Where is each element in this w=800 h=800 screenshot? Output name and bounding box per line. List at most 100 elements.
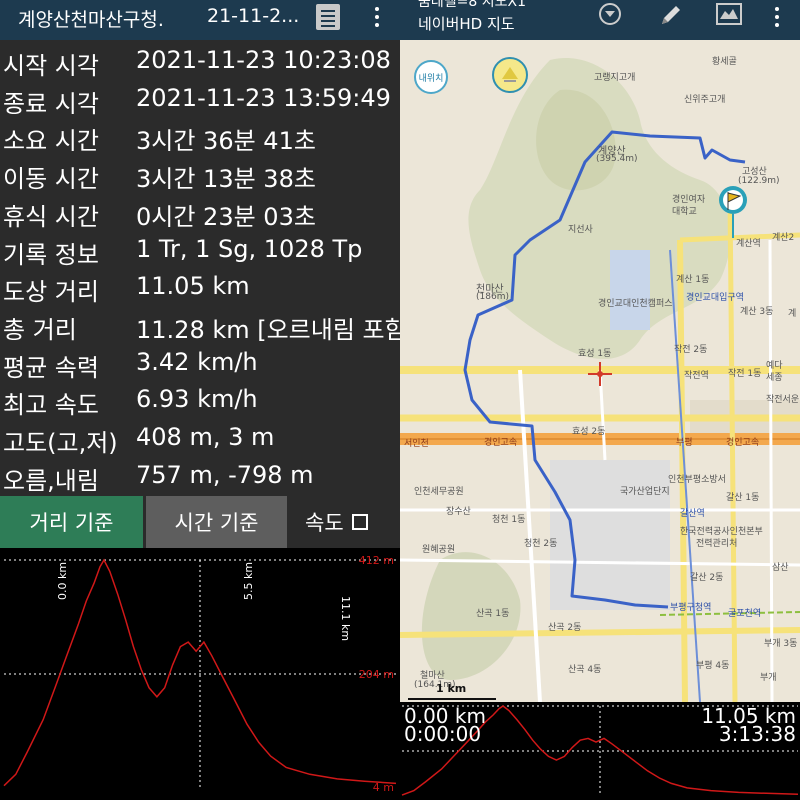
map-label: 작전역 (684, 371, 709, 381)
map-label: 작전서운 (766, 395, 800, 405)
x-start-label: 0.0 km (56, 562, 69, 600)
stat-value: 0시간 23분 03초 (136, 202, 316, 231)
map-label: 부개 3동 (764, 639, 798, 649)
stat-value: 3시간 13분 38초 (136, 165, 316, 194)
stat-value: 11.05 km (136, 272, 250, 301)
map-label: 계산 1동 (676, 275, 710, 285)
stat-label: 도상 거리 (3, 278, 99, 307)
stat-row: 총 거리 11.28 km [오르내림 포함] (0, 308, 400, 346)
map-label: 세종 (766, 373, 783, 383)
track-title-bar: 계양산천마산구청. 21-11-2... (0, 0, 400, 40)
map-label: 전력관리처 (696, 539, 738, 549)
y-min-label: 4 m (373, 781, 394, 794)
stat-row: 평균 속력 3.42 km/h (0, 346, 400, 384)
tab-speed[interactable]: 속도 (295, 496, 400, 548)
map-label: 갈산 1동 (726, 493, 760, 503)
map-source-text[interactable]: 네이버HD 지도 (418, 13, 515, 34)
stat-label: 최고 속도 (3, 391, 99, 420)
elevation-profile-svg: 412 m 204 m 4 m 0.0 km 5.5 km 11.1 km (3, 554, 397, 794)
map-label: 예다 (766, 361, 783, 371)
scale-label: 1 km (436, 682, 467, 695)
stat-value: 11.28 km [오르내림 포함] (136, 315, 400, 344)
lake-area (610, 250, 650, 330)
major-road-5 (727, 199, 738, 702)
map-label: 갈산역 (680, 509, 705, 519)
list-icon[interactable] (316, 4, 340, 30)
map-label: 경인교대인천캠퍼스 (598, 299, 673, 309)
stat-label: 이동 시간 (3, 165, 99, 194)
map-label: 원혜공원 (422, 545, 456, 555)
y-mid-label: 204 m (359, 668, 394, 681)
stat-row: 종료 시각 2021-11-23 13:59:49 (0, 82, 400, 120)
industrial-complex-block (550, 460, 670, 610)
dropdown-icon[interactable] (599, 3, 621, 25)
map-label: 장수산 (446, 507, 471, 517)
stat-value: 2021-11-23 13:59:49 (136, 83, 391, 112)
x-end-label: 11.1 km (339, 596, 352, 641)
map-label: 산곡 2동 (548, 623, 582, 633)
map-label: 고랭지고개 (594, 73, 636, 83)
map-label: 부평 4동 (696, 661, 730, 671)
track-title[interactable]: 계양산천마산구청. (18, 5, 164, 32)
stat-label: 휴식 시간 (3, 202, 99, 231)
mini-time-start: 0:00:00 (404, 722, 482, 746)
stat-row: 오름,내림 757 m, -798 m (0, 459, 400, 496)
map-label: 산곡 1동 (476, 609, 510, 619)
stat-row: 소요 시간 3시간 36분 41초 (0, 119, 400, 157)
stat-value: 6.93 km/h (136, 385, 258, 414)
stat-row: 기록 정보 1 Tr, 1 Sg, 1028 Tp (0, 233, 400, 271)
map-label: 경인고속 (484, 438, 518, 448)
track-date: 21-11-2... (207, 5, 300, 27)
map-label: 굴포천역 (728, 609, 762, 619)
tab-time[interactable]: 시간 기준 (146, 496, 287, 548)
map-label: 부평 (676, 438, 693, 448)
stat-label: 기록 정보 (3, 240, 99, 269)
elevation-profile-chart[interactable]: 412 m 204 m 4 m 0.0 km 5.5 km 11.1 km (0, 548, 400, 800)
pencil-icon[interactable] (658, 2, 684, 28)
mini-elevation-chart[interactable]: 0.00 km 0:00:00 11.05 km 3:13:38 (400, 702, 800, 800)
map-label: 작전 2동 (674, 345, 708, 355)
more-vert-icon[interactable] (370, 4, 384, 30)
stat-row: 시작 시각 2021-11-23 10:23:08 (0, 44, 400, 82)
stat-row: 휴식 시간 0시간 23분 03초 (0, 195, 400, 233)
my-location-button[interactable]: 내위치 (414, 60, 448, 94)
stat-label: 시작 시각 (3, 52, 99, 80)
stat-label: 고도(고,저) (3, 429, 118, 457)
more-vert-icon[interactable] (770, 4, 784, 30)
stat-value: 1 Tr, 1 Sg, 1028 Tp (136, 234, 363, 263)
stat-label: 평균 속력 (3, 353, 99, 382)
map-label: 부개 (760, 673, 777, 683)
map-label: 청천 1동 (492, 515, 526, 525)
map-label: 청천 2동 (524, 539, 558, 549)
scale-line (408, 698, 496, 700)
stat-row: 최고 속도 6.93 km/h (0, 383, 400, 421)
map-icon[interactable] (716, 3, 742, 25)
y-max-label: 412 m (359, 554, 394, 567)
map-label: 신위주고개 (684, 95, 726, 105)
stat-row: 고도(고,저) 408 m, 3 m (0, 421, 400, 459)
stat-label: 소요 시간 (3, 127, 99, 156)
tab-distance[interactable]: 거리 기준 (0, 496, 143, 548)
map-label: 인천세무공원 (414, 487, 464, 497)
map-view[interactable]: 황세골 고랭지고개 신위주고개 계양산 (395.4m) 고성산 (122.9m… (400, 40, 800, 702)
stat-value: 3.42 km/h (136, 347, 258, 376)
map-label: 인천부평소방서 (668, 475, 726, 485)
layer-toggle-icon[interactable] (492, 57, 528, 93)
stat-value: 3시간 36분 41초 (136, 127, 316, 156)
map-label: 계산역 (736, 239, 761, 249)
map-label: 부평구청역 (670, 603, 712, 613)
map-label: 삼산 (772, 563, 789, 573)
stat-label: 총 거리 (3, 315, 77, 344)
chart-mode-tabs: 거리 기준 시간 기준 속도 (0, 496, 400, 548)
map-label: 서인천 (404, 439, 429, 449)
stat-label: 오름,내림 (3, 466, 99, 495)
speed-checkbox[interactable] (351, 514, 368, 530)
map-label: (186m) (476, 292, 509, 302)
map-label: 대학교 (672, 207, 697, 217)
map-label: (395.4m) (596, 154, 638, 164)
map-label: 경인고속 (726, 438, 760, 448)
stat-value: 408 m, 3 m (136, 423, 275, 451)
stat-value: 2021-11-23 10:23:08 (136, 46, 391, 74)
stat-row: 이동 시간 3시간 13분 38초 (0, 157, 400, 195)
map-label: 국가산업단지 (620, 487, 670, 497)
